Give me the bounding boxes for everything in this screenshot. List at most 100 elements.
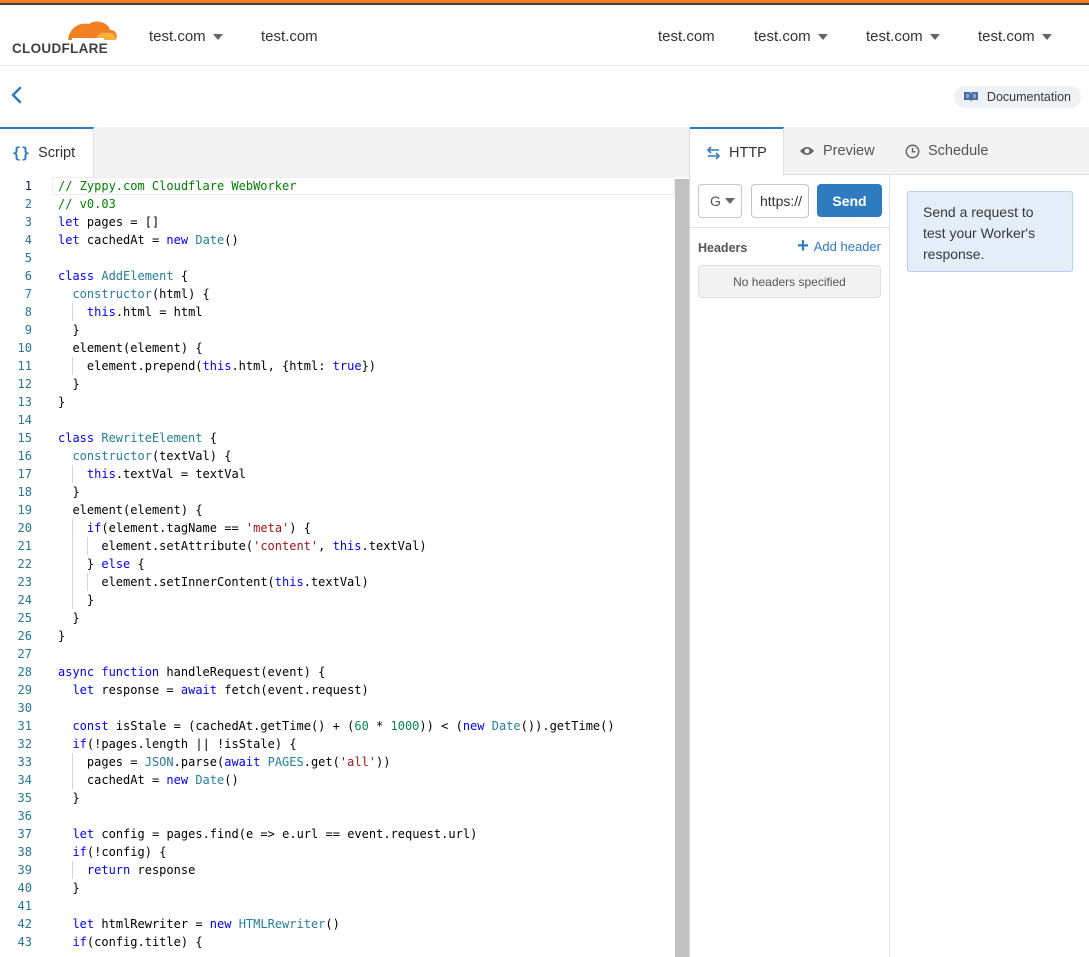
- tab-script-label: Script: [38, 145, 76, 161]
- code-line[interactable]: [58, 807, 675, 825]
- method-value: G: [710, 193, 721, 209]
- chevron-left-icon[interactable]: [10, 85, 24, 105]
- code-line[interactable]: async function handleRequest(event) {: [58, 663, 675, 681]
- code-line[interactable]: }: [58, 321, 675, 339]
- line-number: 23: [17, 575, 32, 589]
- tab-script[interactable]: {} Script: [0, 127, 94, 177]
- code-lines[interactable]: // Zyppy.com Cloudflare WebWorker// v0.0…: [58, 177, 675, 951]
- send-button[interactable]: Send: [817, 184, 882, 217]
- code-line[interactable]: [58, 699, 675, 717]
- code-line[interactable]: }: [58, 591, 675, 609]
- line-number: 1: [24, 179, 32, 193]
- nav-dropdown-right-3[interactable]: test.com: [866, 28, 940, 45]
- code-line[interactable]: }: [58, 789, 675, 807]
- line-number: 42: [17, 917, 32, 931]
- nav-dropdown-right-4[interactable]: test.com: [978, 28, 1052, 45]
- code-line[interactable]: }: [58, 483, 675, 501]
- code-line[interactable]: if(config.title) {: [58, 933, 675, 951]
- code-line[interactable]: element.prepend(this.html, {html: true}): [58, 357, 675, 375]
- code-line[interactable]: }: [58, 393, 675, 411]
- indent-guide: [72, 861, 74, 879]
- top-navigation: CLOUDFLARE test.com test.com test.com te…: [0, 5, 1089, 66]
- code-line[interactable]: let htmlRewriter = new HTMLRewriter(): [58, 915, 675, 933]
- code-line[interactable]: }: [58, 879, 675, 897]
- code-line[interactable]: class AddElement {: [58, 267, 675, 285]
- code-line[interactable]: this.textVal = textVal: [58, 465, 675, 483]
- plus-icon: +: [797, 235, 809, 257]
- url-input[interactable]: [751, 184, 809, 218]
- caret-down-icon: [212, 33, 223, 40]
- code-line[interactable]: }: [58, 627, 675, 645]
- code-line[interactable]: class RewriteElement {: [58, 429, 675, 447]
- method-select[interactable]: G: [698, 184, 742, 218]
- code-line[interactable]: [58, 411, 675, 429]
- response-info-box: Send a request to test your Worker's res…: [907, 191, 1073, 272]
- code-line[interactable]: // Zyppy.com Cloudflare WebWorker: [58, 177, 675, 195]
- code-line[interactable]: let pages = []: [58, 213, 675, 231]
- line-number: 10: [17, 341, 32, 355]
- line-number: 13: [17, 395, 32, 409]
- nav-link-label: test.com: [978, 28, 1035, 45]
- code-line[interactable]: let cachedAt = new Date(): [58, 231, 675, 249]
- line-number: 18: [17, 485, 32, 499]
- code-line[interactable]: [58, 249, 675, 267]
- line-number: 33: [17, 755, 32, 769]
- indent-guide: [72, 555, 74, 573]
- line-number: 26: [17, 629, 32, 643]
- code-line[interactable]: let config = pages.find(e => e.url == ev…: [58, 825, 675, 843]
- nav-link[interactable]: test.com: [261, 28, 318, 45]
- tab-preview[interactable]: Preview: [799, 127, 875, 175]
- code-line[interactable]: constructor(html) {: [58, 285, 675, 303]
- code-line[interactable]: }: [58, 609, 675, 627]
- eye-icon: [800, 147, 814, 155]
- nav-link-right-1[interactable]: test.com: [658, 28, 715, 45]
- line-number: 3: [24, 215, 32, 229]
- add-header-button[interactable]: + Add header: [797, 236, 881, 256]
- line-number: 24: [17, 593, 32, 607]
- code-line[interactable]: }: [58, 375, 675, 393]
- tab-schedule-label: Schedule: [928, 143, 989, 159]
- code-line[interactable]: [58, 645, 675, 663]
- line-number: 5: [24, 251, 32, 265]
- code-line[interactable]: } else {: [58, 555, 675, 573]
- code-line[interactable]: element(element) {: [58, 339, 675, 357]
- line-number: 34: [17, 773, 32, 787]
- line-number: 17: [17, 467, 32, 481]
- code-line[interactable]: let response = await fetch(event.request…: [58, 681, 675, 699]
- code-line[interactable]: element.setAttribute('content', this.tex…: [58, 537, 675, 555]
- indent-guide: [72, 771, 74, 789]
- zone-selector[interactable]: test.com: [149, 28, 223, 45]
- code-line[interactable]: this.html = html: [58, 303, 675, 321]
- indent-guide: [72, 357, 74, 375]
- nav-link-label: test.com: [866, 28, 923, 45]
- cloudflare-logo[interactable]: CLOUDFLARE: [12, 16, 118, 56]
- nav-dropdown-right-2[interactable]: test.com: [754, 28, 828, 45]
- code-line[interactable]: const isStale = (cachedAt.getTime() + (6…: [58, 717, 675, 735]
- code-editor[interactable]: 1 2 3 4 5 6 7 8 9 10 11 12 13 14 15 16 17 18 19 20 21 22 23 24 2…: [0, 177, 689, 957]
- code-line[interactable]: element(element) {: [58, 501, 675, 519]
- code-line[interactable]: pages = JSON.parse(await PAGES.get('all'…: [58, 753, 675, 771]
- line-number: 2: [24, 197, 32, 211]
- tab-schedule[interactable]: Schedule: [905, 127, 988, 175]
- code-line[interactable]: cachedAt = new Date(): [58, 771, 675, 789]
- editor-scrollbar[interactable]: [675, 179, 689, 957]
- brand-wordmark: CLOUDFLARE: [12, 41, 108, 56]
- code-line[interactable]: [58, 897, 675, 915]
- line-number: 30: [17, 701, 32, 715]
- line-number: 43: [17, 935, 32, 949]
- code-line[interactable]: if(element.tagName == 'meta') {: [58, 519, 675, 537]
- code-line[interactable]: if(!config) {: [58, 843, 675, 861]
- code-line[interactable]: constructor(textVal) {: [58, 447, 675, 465]
- code-line[interactable]: // v0.03: [58, 195, 675, 213]
- code-line[interactable]: element.setInnerContent(this.textVal): [58, 573, 675, 591]
- code-line[interactable]: return response: [58, 861, 675, 879]
- book-icon: [963, 92, 978, 102]
- line-number: 9: [24, 323, 32, 337]
- line-number: 19: [17, 503, 32, 517]
- line-number: 40: [17, 881, 32, 895]
- tab-http[interactable]: HTTP: [690, 127, 784, 176]
- code-line[interactable]: if(!pages.length || !isStale) {: [58, 735, 675, 753]
- line-number: 21: [17, 539, 32, 553]
- test-panel: HTTP Preview Schedule G Send Headers +Ad…: [690, 127, 1089, 957]
- documentation-button[interactable]: Documentation: [953, 86, 1081, 108]
